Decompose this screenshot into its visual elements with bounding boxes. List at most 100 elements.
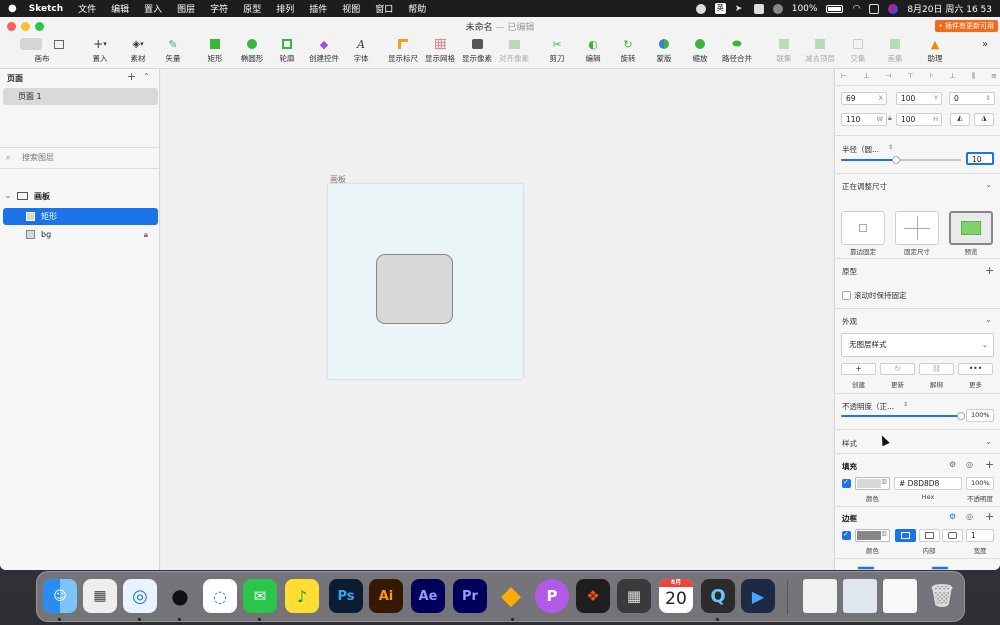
distribute-h-icon[interactable]: ⫼ xyxy=(972,72,975,82)
line-join-button[interactable] xyxy=(931,566,949,570)
finder-icon[interactable]: ☺ xyxy=(43,579,77,613)
apple-icon[interactable]: ● xyxy=(8,3,17,14)
flip-horizontal-button[interactable]: ◭ xyxy=(950,113,970,126)
wechat-icon[interactable]: ✉ xyxy=(243,579,277,613)
photoshop-icon[interactable]: Ps xyxy=(329,579,363,613)
opacity-slider[interactable] xyxy=(841,412,965,420)
siri-icon[interactable] xyxy=(888,3,899,14)
sketch-icon[interactable]: ◆ xyxy=(494,579,528,613)
search-input[interactable]: ⌕ 搜索图层 xyxy=(0,147,160,169)
height-field[interactable]: 100 H xyxy=(896,113,942,126)
radius-mode-stepper-icon[interactable]: ⇕ xyxy=(888,144,893,151)
input-method-icon[interactable]: 英 xyxy=(714,3,726,14)
path-combine-button[interactable]: ⬬ 路径合并 xyxy=(715,36,759,64)
pixso-icon[interactable]: P xyxy=(535,579,569,613)
fill-hex-field[interactable]: # D8D8D8 xyxy=(894,477,962,490)
border-inside-button[interactable] xyxy=(895,529,916,542)
layer-style-select[interactable]: 无图层样式 ⌄ xyxy=(841,333,994,357)
add-fill-icon[interactable]: + xyxy=(985,459,994,470)
menu-arrange[interactable]: 排列 xyxy=(276,2,294,15)
layer-rectangle[interactable]: 矩形 xyxy=(3,208,158,225)
trash-icon[interactable]: 🗑︎ xyxy=(925,579,959,613)
align-middle-icon[interactable]: ⊦ xyxy=(930,72,934,82)
chevron-down-icon[interactable]: ⌄ xyxy=(5,188,11,205)
fill-color-swatch[interactable]: ▥ xyxy=(855,477,890,490)
border-center-button[interactable] xyxy=(919,529,940,542)
qq-music-icon[interactable]: ♪ xyxy=(285,579,319,613)
send-icon[interactable]: ➤ xyxy=(735,4,745,14)
radius-slider-knob[interactable] xyxy=(892,156,900,164)
border-settings-icon[interactable]: ⚙ xyxy=(949,512,956,521)
width-field[interactable]: 110 W xyxy=(841,113,887,126)
chevron-down-icon[interactable]: ⌄ xyxy=(985,437,992,446)
resize-pin-edges-option[interactable] xyxy=(841,211,885,245)
detach-style-button[interactable]: ⛓ xyxy=(919,363,954,375)
premiere-icon[interactable]: Pr xyxy=(453,579,487,613)
launchpad-icon[interactable]: ▦ xyxy=(83,579,117,613)
rotation-field[interactable]: 0 ⇕ xyxy=(949,92,995,105)
after-effects-icon[interactable]: Ae xyxy=(411,579,445,613)
create-style-button[interactable]: + xyxy=(841,363,876,375)
add-page-icon[interactable]: + xyxy=(127,71,136,82)
chevron-down-icon[interactable]: ⌄ xyxy=(985,315,992,324)
figma-icon[interactable]: ❖ xyxy=(576,579,610,613)
menu-text[interactable]: 字符 xyxy=(210,2,228,15)
menu-layer[interactable]: 图层 xyxy=(177,2,195,15)
border-style-icon[interactable]: ◎ xyxy=(966,512,973,521)
opacity-slider-knob[interactable] xyxy=(957,412,965,420)
qq-chat-icon[interactable]: ◌ xyxy=(203,579,237,613)
layer-bg[interactable]: bg 🔒︎ xyxy=(3,226,158,243)
opacity-field[interactable]: 100% xyxy=(966,409,994,422)
align-center-icon[interactable]: ⊥ xyxy=(863,72,869,82)
menu-prototype[interactable]: 原型 xyxy=(243,2,261,15)
assistant-button[interactable]: ▲ 助理 xyxy=(913,36,957,64)
fill-settings-icon[interactable]: ⚙ xyxy=(949,460,956,469)
chevron-down-icon[interactable]: ⌄ xyxy=(985,180,992,189)
battery-icon[interactable] xyxy=(826,4,844,13)
recent-window-thumbnail[interactable] xyxy=(803,579,837,613)
calendar-icon[interactable]: 8月 20 xyxy=(659,579,693,613)
menu-file[interactable]: 文件 xyxy=(78,2,96,15)
control-center-icon[interactable] xyxy=(869,3,880,14)
menu-help[interactable]: 帮助 xyxy=(408,2,426,15)
qq-icon[interactable]: ● xyxy=(163,579,197,613)
recent-window-thumbnail[interactable] xyxy=(883,579,917,613)
clock[interactable]: 8月20日 周六 16 53 xyxy=(907,2,992,15)
lock-ratio-icon[interactable]: 🔒︎ xyxy=(888,114,892,123)
border-enabled-checkbox[interactable] xyxy=(842,530,851,540)
fill-opacity-field[interactable]: 100% xyxy=(966,477,994,490)
calculator-icon[interactable]: ▦ xyxy=(617,579,651,613)
line-cap-button[interactable] xyxy=(857,566,875,570)
text-button[interactable]: A 字体 xyxy=(339,36,383,64)
video-app-icon[interactable]: ▶ xyxy=(741,579,775,613)
fill-style-icon[interactable]: ◎ xyxy=(966,460,973,469)
rectangle-shape[interactable] xyxy=(376,254,453,324)
toolbar-overflow-button[interactable]: » xyxy=(975,36,995,52)
align-right-icon[interactable]: ⊣ xyxy=(885,72,891,82)
illustrator-icon[interactable]: Ai xyxy=(369,579,403,613)
more-style-button[interactable]: ••• xyxy=(958,363,993,375)
align-left-icon[interactable]: ⊢ xyxy=(841,72,847,82)
artboard[interactable] xyxy=(328,184,523,379)
record-icon[interactable] xyxy=(695,3,706,14)
radius-slider[interactable] xyxy=(841,156,961,164)
update-style-button[interactable]: ↻ xyxy=(880,363,915,375)
collapse-pages-icon[interactable]: ⌃ xyxy=(143,72,150,81)
add-border-icon[interactable]: + xyxy=(985,511,994,522)
align-pixels-button[interactable]: 对齐像素 xyxy=(492,36,536,64)
resize-fixed-size-option[interactable] xyxy=(895,211,939,245)
align-bottom-icon[interactable]: ⊥ xyxy=(950,72,956,82)
playback-icon[interactable] xyxy=(772,3,783,14)
canvas-view-button[interactable]: 画布 xyxy=(14,36,70,64)
quicktime-icon[interactable]: Q xyxy=(701,579,735,613)
flip-vertical-button[interactable]: ◮ xyxy=(974,113,994,126)
menu-window[interactable]: 窗口 xyxy=(375,2,393,15)
menu-edit[interactable]: 编辑 xyxy=(111,2,129,15)
align-top-icon[interactable]: ⊤ xyxy=(908,72,914,82)
capture-icon[interactable] xyxy=(753,3,764,14)
distribute-v-icon[interactable]: ≡ xyxy=(991,72,997,82)
radius-field[interactable]: 10 xyxy=(966,152,994,165)
difference-button[interactable]: 差集 xyxy=(873,36,917,64)
safari-icon[interactable]: ◎ xyxy=(123,579,157,613)
menu-app[interactable]: Sketch xyxy=(29,4,63,14)
